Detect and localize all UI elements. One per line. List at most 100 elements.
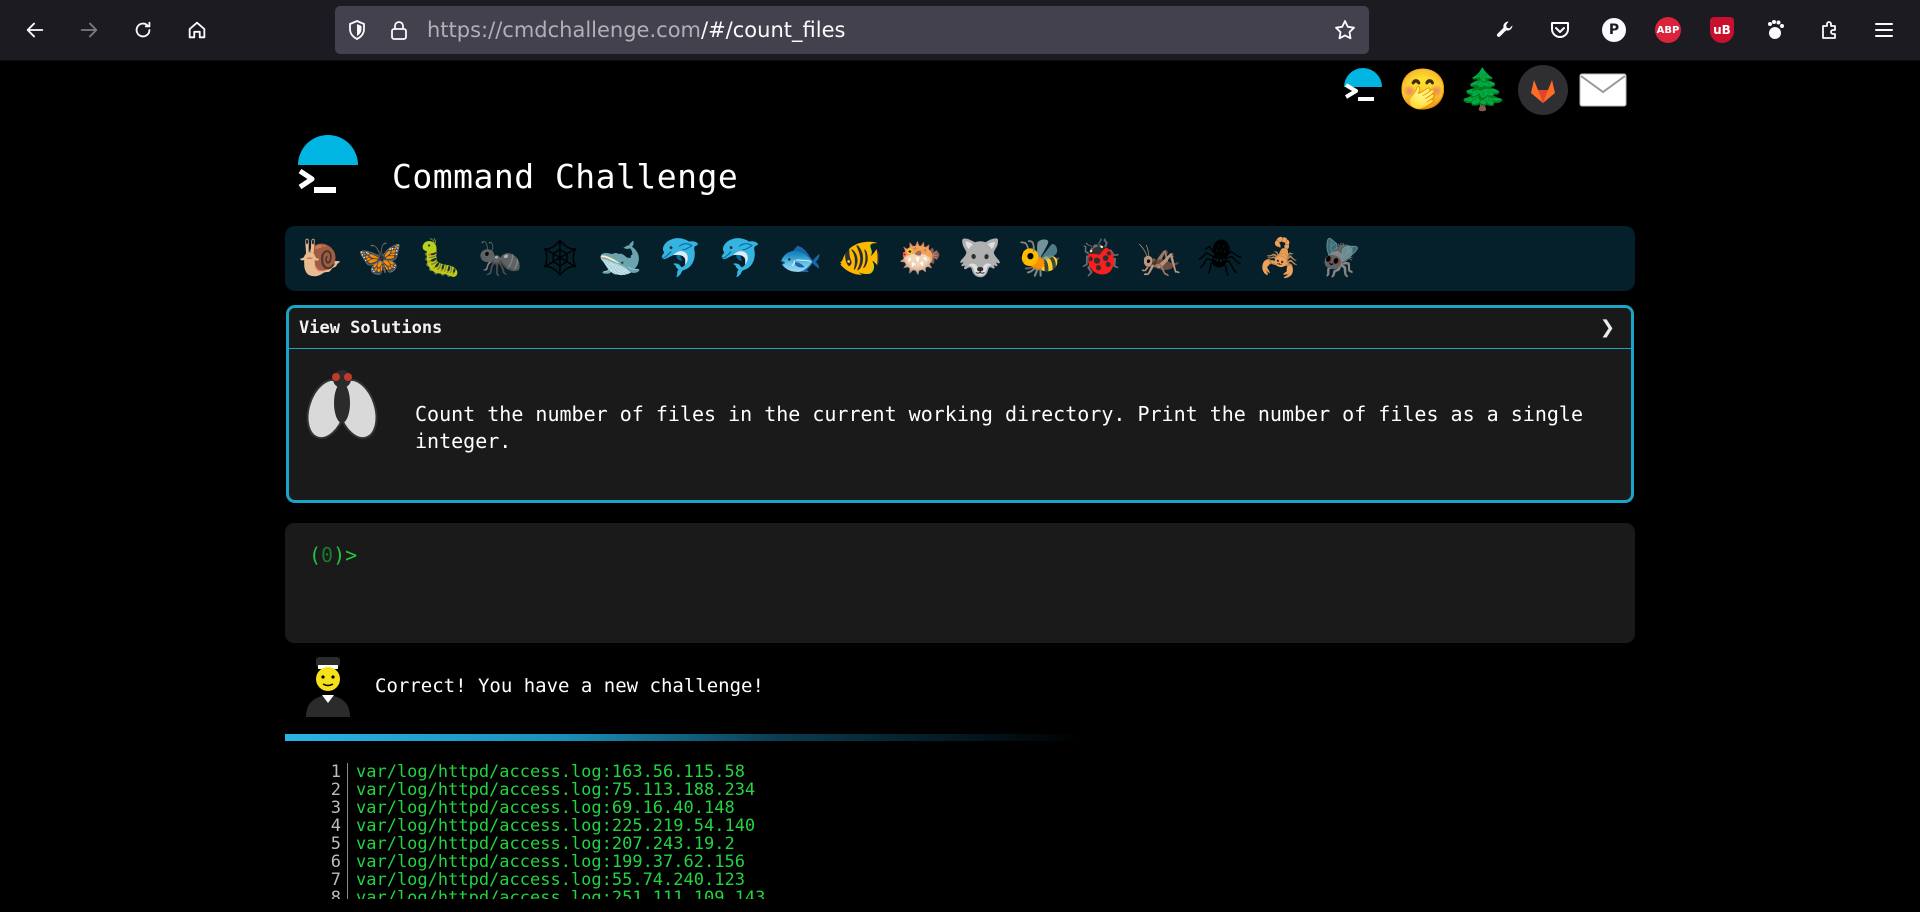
puzzle-icon (1822, 21, 1836, 39)
critter-challenge-icon[interactable]: 🐬 (717, 236, 763, 282)
wrench-button[interactable] (1490, 14, 1522, 46)
logo-cap (298, 135, 358, 165)
line-number: 4 (320, 817, 348, 835)
critter-challenge-icon[interactable]: 🕷 (1197, 236, 1243, 282)
line-text: var/log/httpd/access.log:55.74.240.123 (356, 870, 745, 890)
pocket-icon (1551, 22, 1569, 38)
forward-arrow-icon (80, 22, 98, 38)
line-text: var/log/httpd/access.log:199.37.62.156 (356, 852, 745, 872)
output-line: 4 var/log/httpd/access.log:225.219.54.140 (320, 817, 1220, 835)
prompt-open: ( (309, 543, 322, 567)
wrench-icon (1496, 21, 1513, 37)
output-line: 5 var/log/httpd/access.log:207.243.19.2 (320, 835, 1220, 853)
browser-toolbar: https://cmdchallenge.com/#/count_files P… (0, 0, 1920, 61)
tree-icon[interactable]: 🌲 (1458, 65, 1508, 115)
challenge-description: Count the number of files in the current… (415, 402, 1583, 453)
pocket-button[interactable] (1544, 14, 1576, 46)
terminal-input[interactable]: (0)> (285, 523, 1635, 643)
result-message: Correct! You have a new challenge! (375, 675, 764, 697)
back-arrow-icon (26, 22, 44, 38)
abp-button[interactable]: ABP (1652, 14, 1684, 46)
output-line: 2 var/log/httpd/access.log:75.113.188.234 (320, 781, 1220, 799)
progress-fill (285, 734, 1082, 741)
address-bar[interactable]: https://cmdchallenge.com/#/count_files (335, 6, 1369, 54)
fly-icon (306, 370, 378, 440)
critter-challenge-icon[interactable]: 🦂 (1257, 236, 1303, 282)
line-number: 8 (320, 889, 348, 899)
line-number: 7 (320, 871, 348, 889)
shield-icon[interactable] (345, 18, 369, 42)
critter-challenge-icon[interactable]: 🐺 (957, 236, 1003, 282)
challenge-critter-bar: 🐌 🦋 🐛 🐜 🕸 🐋 🐬 🐬 🐟 🐠 🐡 🐺 🐝 🐞 🦗 🕷 🦂 🪰 (285, 226, 1635, 291)
critter-challenge-icon[interactable]: 🐡 (897, 236, 943, 282)
app-menu-button[interactable] (1868, 14, 1900, 46)
gitlab-icon[interactable] (1518, 65, 1568, 115)
url-text[interactable]: https://cmdchallenge.com/#/count_files (427, 6, 845, 54)
reload-icon (135, 21, 151, 38)
view-solutions-label: View Solutions (299, 318, 443, 338)
shushing-face-icon[interactable]: 🤭 (1398, 65, 1448, 115)
url-path: /#/count_files (701, 18, 846, 42)
ublock-button[interactable]: uB (1706, 14, 1738, 46)
site-logo[interactable] (296, 135, 362, 199)
prompt-close: )> (333, 543, 358, 567)
line-number: 1 (320, 763, 348, 781)
critter-challenge-icon[interactable]: 🐞 (1077, 236, 1123, 282)
critter-challenge-icon[interactable]: 🐋 (597, 236, 643, 282)
critter-challenge-icon[interactable]: 🐜 (477, 236, 523, 282)
home-icon (188, 21, 206, 39)
line-number: 2 (320, 781, 348, 799)
reload-button[interactable] (125, 12, 161, 48)
mail-icon[interactable] (1578, 65, 1628, 115)
terminal-prompt-icon (298, 169, 336, 193)
critter-challenge-icon[interactable]: 🦋 (357, 236, 403, 282)
critter-challenge-icon[interactable]: 🐛 (417, 236, 463, 282)
critter-challenge-icon[interactable]: 🐠 (837, 236, 883, 282)
lock-icon[interactable] (387, 18, 411, 42)
back-button[interactable] (17, 12, 53, 48)
critter-challenge-icon[interactable]: 🐝 (1017, 236, 1063, 282)
command-output: 1 var/log/httpd/access.log:163.56.115.58 2… (320, 763, 1220, 899)
header-links: 🤭 🌲 (1338, 65, 1628, 115)
output-line: 7 var/log/httpd/access.log:55.74.240.123 (320, 871, 1220, 889)
bookmark-star-icon[interactable] (1333, 18, 1357, 42)
cmdchallenge-icon[interactable] (1338, 65, 1388, 115)
line-text: var/log/httpd/access.log:225.219.54.140 (356, 816, 756, 836)
forward-button[interactable] (71, 12, 107, 48)
url-host: https://cmdchallenge.com (427, 18, 702, 42)
line-number: 3 (320, 799, 348, 817)
line-text: var/log/httpd/access.log:251.111.109.143 (356, 888, 766, 899)
line-text: var/log/httpd/access.log:75.113.188.234 (356, 780, 756, 800)
challenge-card: View Solutions ❯ Count the number of fil… (286, 305, 1634, 503)
output-line: 8 var/log/httpd/access.log:251.111.109.14… (320, 889, 1220, 899)
critter-challenge-icon[interactable]: 🪰 (1317, 236, 1363, 282)
extensions-button[interactable] (1814, 14, 1846, 46)
result-message-row: Correct! You have a new challenge! (302, 655, 902, 717)
site-title: Command Challenge (392, 157, 739, 196)
abp-icon: ABP (1655, 17, 1681, 43)
view-solutions-toggle[interactable]: View Solutions ❯ (289, 308, 1631, 349)
gnome-button[interactable] (1760, 14, 1792, 46)
critter-challenge-icon[interactable]: 🐌 (297, 236, 343, 282)
home-button[interactable] (179, 12, 215, 48)
terminal-prompt: (0)> (309, 543, 357, 567)
line-text: var/log/httpd/access.log:163.56.115.58 (356, 763, 745, 782)
ublock-icon: uB (1710, 17, 1734, 43)
critter-challenge-icon[interactable]: 🐬 (657, 236, 703, 282)
judge-avatar-icon (306, 657, 350, 717)
line-number: 6 (320, 853, 348, 871)
line-text: var/log/httpd/access.log:69.16.40.148 (356, 798, 735, 818)
output-line: 6 var/log/httpd/access.log:199.37.62.156 (320, 853, 1220, 871)
line-text: var/log/httpd/access.log:207.243.19.2 (356, 834, 735, 854)
critter-challenge-icon[interactable]: 🦗 (1137, 236, 1183, 282)
gnome-foot-icon (1768, 20, 1784, 39)
output-line: 1 var/log/httpd/access.log:163.56.115.58 (320, 763, 1220, 781)
critter-challenge-icon[interactable]: 🕸 (537, 236, 583, 282)
line-number: 5 (320, 835, 348, 853)
p-extension-button[interactable]: P (1598, 14, 1630, 46)
critter-challenge-icon[interactable]: 🐟 (777, 236, 823, 282)
progress-bar (285, 734, 1635, 741)
output-line: 3 var/log/httpd/access.log:69.16.40.148 (320, 799, 1220, 817)
page-content: 🤭 🌲 Command Challenge 🐌 🦋 🐛 🐜 🕸 🐋 🐬 🐬 🐟 🐠 🐡 🐺 🐝 🐞 🦗 🕷 🦂 🪰… (0, 61, 1920, 912)
prompt-count: 0 (321, 543, 334, 567)
